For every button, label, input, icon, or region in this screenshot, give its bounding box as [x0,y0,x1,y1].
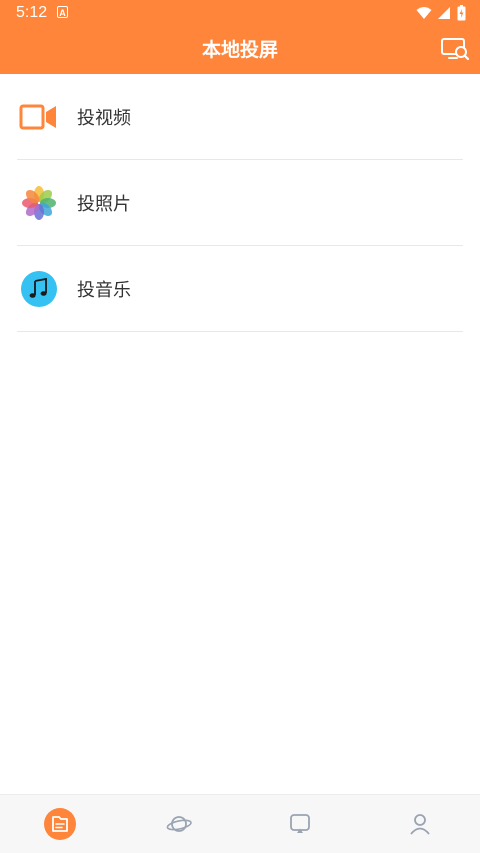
page-title: 本地投屏 [201,39,278,61]
screen-search-button[interactable] [440,36,470,64]
cast-menu: 投视频 投照片 投音乐 [17,74,463,332]
tab-profile[interactable] [403,807,437,841]
status-time: 5:12 [16,4,48,21]
screen-search-icon [441,38,470,61]
app-bar: 本地投屏 [0,26,480,74]
menu-label-music: 投音乐 [77,279,131,301]
planet-icon [166,816,192,832]
cast-screen-icon [290,814,310,833]
menu-item-photos[interactable]: 投照片 [17,160,463,246]
notification-a-icon: A [57,6,68,18]
music-note-icon [19,269,59,309]
files-icon [44,808,76,840]
video-camera-icon [19,97,59,137]
status-icons [416,5,466,21]
menu-item-video[interactable]: 投视频 [17,74,463,160]
tab-local[interactable] [43,807,77,841]
tab-discover[interactable] [162,807,196,841]
battery-icon [457,5,466,21]
menu-label-photos: 投照片 [77,193,131,215]
person-icon [410,814,430,835]
photos-flower-icon [19,183,59,223]
menu-label-video: 投视频 [77,107,131,129]
bottom-nav [0,794,480,853]
cellular-signal-icon [438,7,450,19]
tab-cast[interactable] [283,807,317,841]
wifi-icon [416,7,432,19]
menu-item-music[interactable]: 投音乐 [17,246,463,332]
status-bar: 5:12 A [0,0,480,26]
